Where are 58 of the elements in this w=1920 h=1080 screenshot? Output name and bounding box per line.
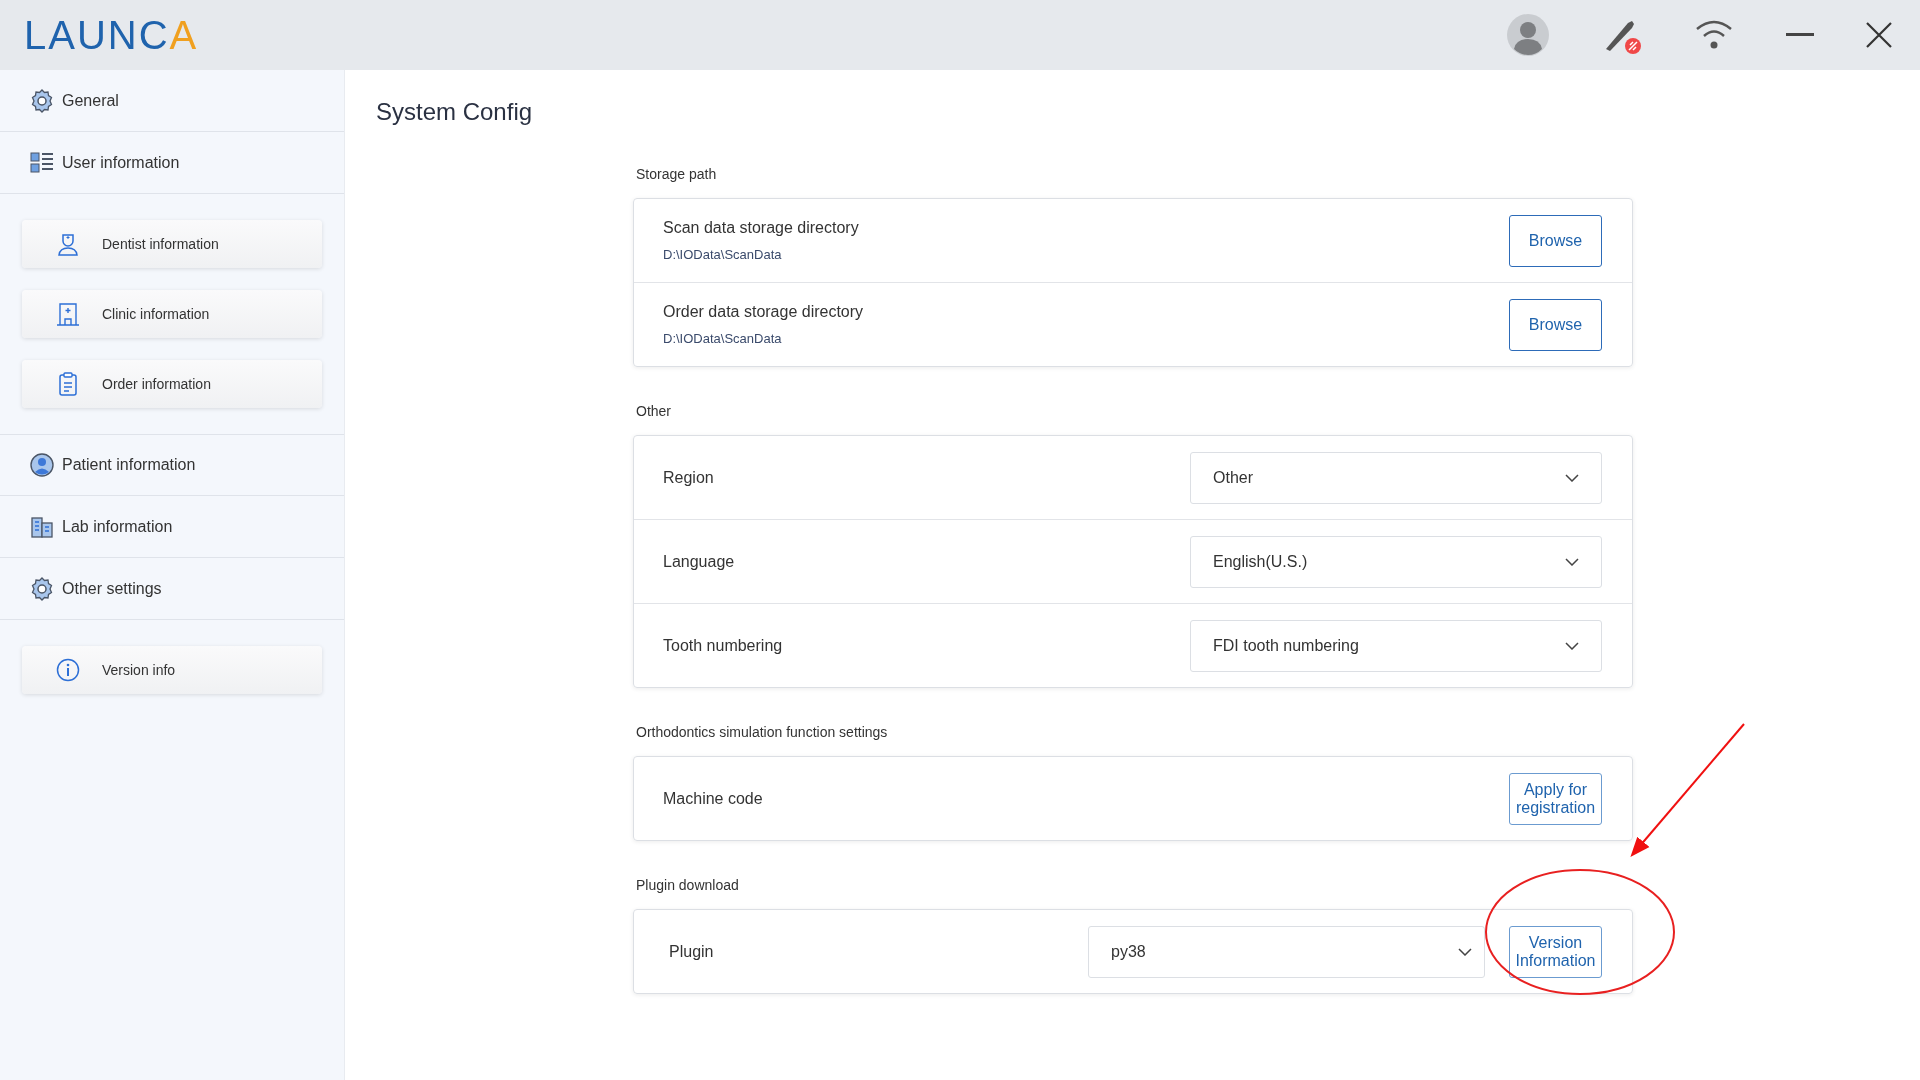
directory-path: D:\IOData\ScanData xyxy=(663,331,783,346)
setting-label: Order data storage directory xyxy=(663,303,864,321)
dropdown-select[interactable]: FDI tooth numbering xyxy=(1190,619,1602,672)
chevron-down-icon xyxy=(1565,641,1579,650)
page-title: System Config xyxy=(376,98,534,126)
setting-label: Plugin xyxy=(669,942,715,961)
info-icon xyxy=(56,658,80,682)
wifi-icon[interactable] xyxy=(1694,19,1734,51)
sidebar-item[interactable]: Patient information xyxy=(0,434,344,496)
sidebar-item[interactable]: Clinic information xyxy=(22,290,322,338)
sidebar-item[interactable]: Dentist information xyxy=(22,220,322,268)
browse-button[interactable]: Browse xyxy=(1509,214,1602,267)
list-icon xyxy=(30,150,54,175)
setting-label: Tooth numbering xyxy=(663,636,783,655)
setting-label: Region xyxy=(663,468,714,487)
sidebar-label: Dentist information xyxy=(102,236,219,252)
gear-icon xyxy=(30,88,54,113)
sidebar-label: Clinic information xyxy=(102,306,210,322)
sidebar-label: Version info xyxy=(102,662,176,678)
section-title: Storage path xyxy=(636,166,718,182)
sidebar-item[interactable]: Order information xyxy=(22,360,322,408)
section-title: Other xyxy=(636,403,672,419)
building-icon xyxy=(30,514,54,539)
person-icon xyxy=(30,453,54,477)
browse-button[interactable]: Browse xyxy=(1509,298,1602,351)
section-title: Plugin download xyxy=(636,877,740,893)
sidebar-label: Other settings xyxy=(62,579,162,598)
minimize-icon[interactable] xyxy=(1786,33,1814,37)
sidebar-label: Order information xyxy=(102,376,211,392)
directory-path: D:\IOData\ScanData xyxy=(663,247,783,262)
version-information-button[interactable]: Version Information xyxy=(1509,925,1602,978)
sidebar-item[interactable]: Other settings xyxy=(0,558,344,620)
brand-logo: LAUNCA xyxy=(24,15,199,55)
dropdown-select[interactable]: py38 xyxy=(1088,925,1485,978)
close-icon[interactable] xyxy=(1866,22,1892,48)
chevron-down-icon xyxy=(1565,557,1579,566)
sidebar-item[interactable]: User information xyxy=(0,132,344,194)
register-button[interactable]: Apply for registration xyxy=(1509,772,1602,825)
hospital-icon xyxy=(56,302,80,326)
sidebar-label: General xyxy=(62,91,119,110)
dropdown-select[interactable]: Other xyxy=(1190,451,1602,504)
gear-icon xyxy=(30,576,54,601)
section-title: Orthodontics simulation function settings xyxy=(636,724,889,740)
setting-label: Language xyxy=(663,552,735,571)
setting-label: Machine code xyxy=(663,789,763,808)
sidebar-label: User information xyxy=(62,153,180,172)
chevron-down-icon xyxy=(1565,473,1579,482)
sidebar-label: Lab information xyxy=(62,517,173,536)
sidebar-item[interactable]: Version info xyxy=(22,646,322,694)
clipboard-icon xyxy=(56,372,80,396)
doctor-icon xyxy=(56,232,80,256)
sidebar-label: Patient information xyxy=(62,456,196,474)
chevron-down-icon xyxy=(1458,947,1472,956)
sidebar-item[interactable]: General xyxy=(0,70,344,132)
setting-label: Scan data storage directory xyxy=(663,219,859,237)
dropdown-select[interactable]: English(U.S.) xyxy=(1190,535,1602,588)
sidebar-item[interactable]: Lab information xyxy=(0,496,344,558)
avatar-icon[interactable] xyxy=(1506,13,1550,57)
